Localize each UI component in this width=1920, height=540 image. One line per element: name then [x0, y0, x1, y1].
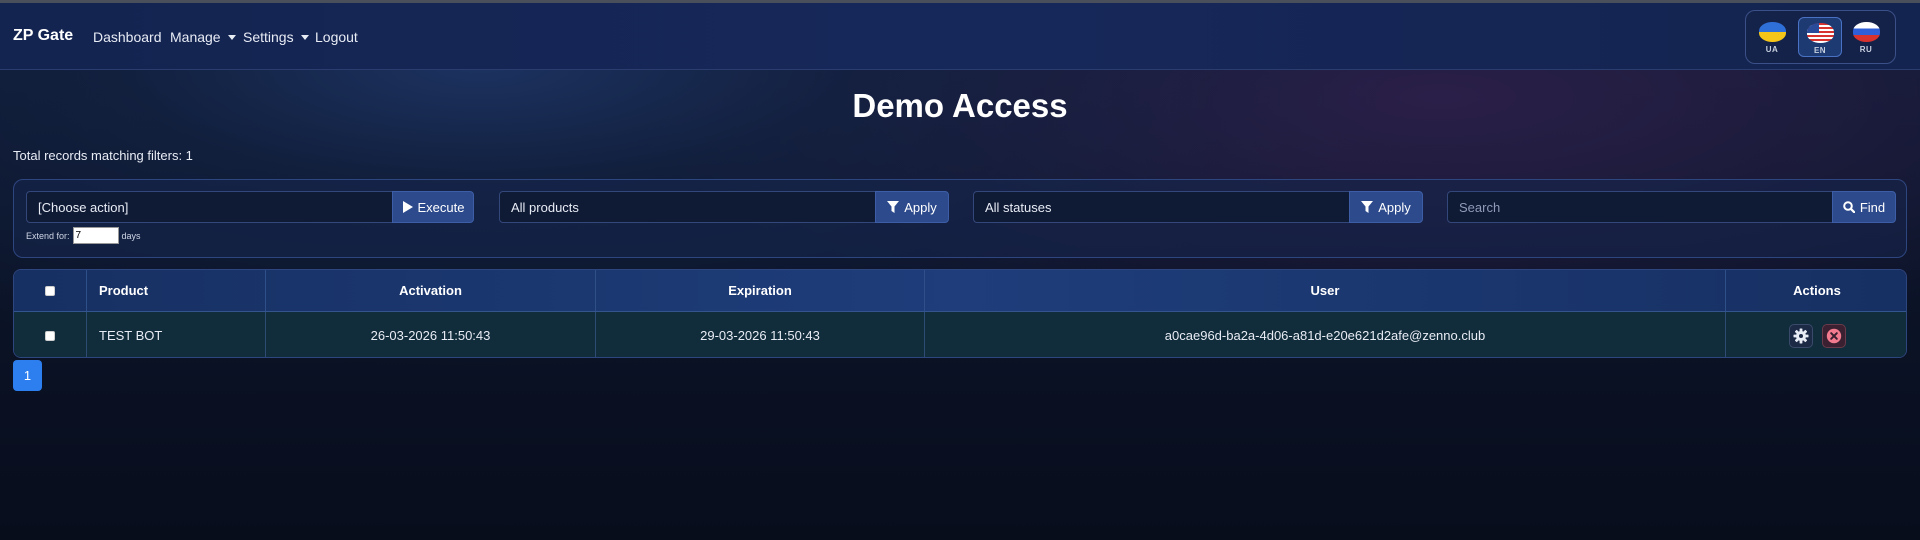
product-filter-select[interactable]: All products: [499, 191, 876, 223]
execute-label: Execute: [417, 199, 465, 215]
filter-icon: [887, 201, 900, 213]
table-row: TEST BOT 26-03-2026 11:50:43 29-03-2026 …: [14, 312, 1906, 357]
extend-label: Extend for:: [26, 230, 70, 241]
pagination-page-1[interactable]: 1: [13, 360, 42, 391]
language-ru-button[interactable]: RU: [1844, 17, 1888, 57]
brand-logo[interactable]: ZP Gate: [13, 27, 73, 45]
apply-product-filter-button[interactable]: Apply: [875, 191, 949, 223]
row-activation: 26-03-2026 11:50:43: [266, 312, 596, 357]
chevron-down-icon: [300, 34, 309, 40]
language-code: RU: [1859, 45, 1873, 54]
apply-status-filter-button[interactable]: Apply: [1349, 191, 1423, 223]
filter-panel: [Choose action] Execute Extend for: days…: [13, 179, 1907, 258]
nav-logout[interactable]: Logout: [315, 29, 358, 45]
edit-settings-button[interactable]: [1788, 323, 1813, 348]
access-table: Product Activation Expiration User Actio…: [13, 269, 1907, 358]
apply-label: Apply: [1378, 199, 1411, 215]
bulk-action-select[interactable]: [Choose action]: [26, 191, 393, 223]
language-code: UA: [1765, 45, 1779, 54]
status-filter-select[interactable]: All statuses: [973, 191, 1350, 223]
table-header: Product Activation Expiration User Actio…: [14, 270, 1906, 312]
header-user[interactable]: User: [925, 270, 1726, 311]
language-ua-button[interactable]: UA: [1750, 17, 1794, 57]
nav-manage-dropdown[interactable]: Manage: [170, 29, 236, 45]
row-user: a0cae96d-ba2a-4d06-a81d-e20e621d2afe@zen…: [925, 312, 1726, 357]
us-flag-icon: [1806, 23, 1834, 43]
nav-dashboard[interactable]: Dashboard: [93, 29, 162, 45]
extend-unit-label: days: [121, 230, 141, 241]
language-switcher: UA EN RU: [1745, 10, 1896, 64]
language-code: EN: [1813, 46, 1827, 55]
play-icon: [402, 201, 413, 213]
gear-icon: [1793, 328, 1808, 343]
total-records-label: Total records matching filters: 1: [13, 148, 193, 163]
extend-days-input[interactable]: [72, 227, 119, 244]
row-select-cell: [14, 312, 87, 357]
delete-button[interactable]: [1821, 323, 1846, 348]
execute-button[interactable]: Execute: [392, 191, 474, 223]
ukraine-flag-icon: [1758, 22, 1786, 42]
header-expiration[interactable]: Expiration: [596, 270, 925, 311]
extend-days-row: Extend for: days: [26, 227, 141, 244]
close-circle-icon: [1826, 328, 1841, 343]
apply-label: Apply: [904, 199, 937, 215]
page-title: Demo Access: [852, 87, 1068, 124]
search-input[interactable]: Search: [1447, 191, 1833, 223]
header-activation[interactable]: Activation: [266, 270, 596, 311]
row-product: TEST BOT: [87, 312, 266, 357]
chevron-down-icon: [227, 34, 236, 40]
find-button[interactable]: Find: [1832, 191, 1896, 223]
row-actions: [1726, 312, 1906, 357]
language-en-button[interactable]: EN: [1798, 17, 1842, 57]
find-label: Find: [1859, 199, 1886, 215]
header-select-cell: [14, 270, 87, 311]
select-all-checkbox[interactable]: [45, 285, 55, 296]
russia-flag-icon: [1852, 22, 1880, 42]
nav-settings-dropdown[interactable]: Settings: [243, 29, 309, 45]
filter-icon: [1361, 201, 1374, 213]
search-icon: [1843, 201, 1855, 213]
header-product[interactable]: Product: [87, 270, 266, 311]
navbar: ZP Gate Dashboard Manage Settings Logout…: [0, 3, 1920, 70]
row-checkbox[interactable]: [45, 330, 55, 341]
header-actions: Actions: [1793, 283, 1841, 298]
row-expiration: 29-03-2026 11:50:43: [596, 312, 925, 357]
